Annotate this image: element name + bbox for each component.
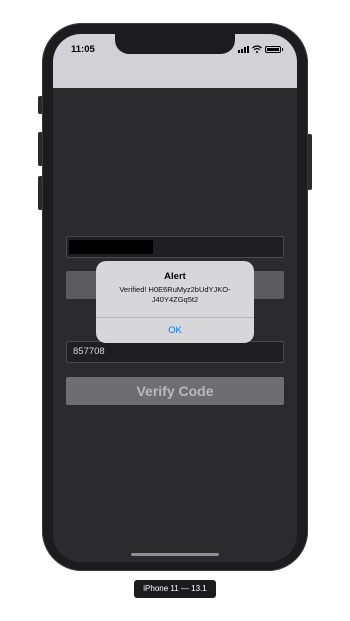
device-label: iPhone 11 — 13.1 — [134, 580, 216, 598]
verify-code-button[interactable]: Verify Code — [66, 377, 284, 405]
alert-message: Verified! H0E6RuMyz2bUdYJKO-J40Y4ZGq5t2 — [119, 285, 231, 304]
wifi-icon — [251, 45, 262, 53]
alert-ok-button[interactable]: OK — [96, 318, 254, 343]
phone-screen: 11:05 857708 Verify Code Alert Verified!… — [53, 34, 297, 562]
battery-icon — [264, 45, 281, 53]
signal-icon — [237, 45, 249, 53]
home-indicator[interactable] — [131, 553, 219, 556]
alert-dialog: Alert Verified! H0E6RuMyz2bUdYJKO-J40Y4Z… — [96, 261, 254, 343]
redacted-value — [69, 240, 153, 254]
verification-code-input[interactable]: 857708 — [66, 341, 284, 363]
status-icons — [237, 45, 283, 53]
alert-title: Alert — [164, 271, 186, 282]
battery-tip — [281, 47, 283, 51]
status-time: 11:05 — [71, 44, 95, 55]
status-bar: 11:05 — [53, 34, 297, 88]
phone-number-input[interactable] — [66, 236, 284, 258]
simulator-stage: 11:05 857708 Verify Code Alert Verified!… — [0, 0, 350, 621]
notch — [115, 34, 235, 54]
